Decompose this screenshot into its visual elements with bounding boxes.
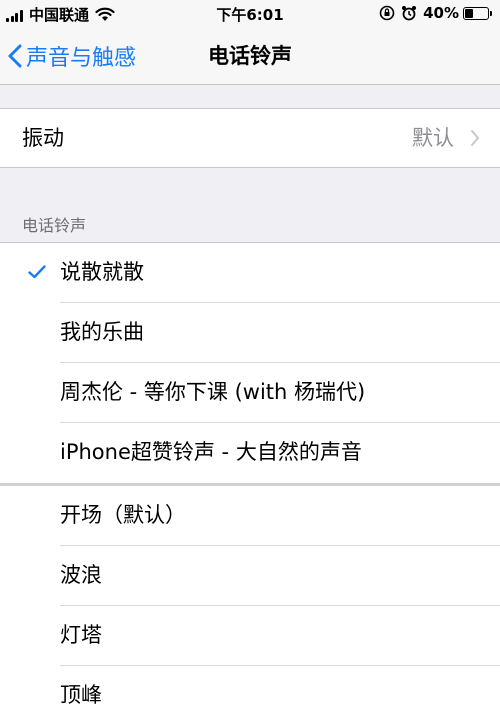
battery-percent: 40% [423, 4, 459, 22]
status-right: 40% [379, 4, 492, 22]
ringtone-item[interactable]: 灯塔 [0, 606, 500, 666]
ringtone-label: 周杰伦 - 等你下课 (with 杨瑞代) [60, 380, 366, 404]
ringtone-label: 开场（默认） [60, 503, 186, 527]
status-bar: 中国联通 下午6:01 40% [0, 0, 500, 28]
vibration-value: 默认 [412, 126, 454, 150]
ringtone-item[interactable]: 顶峰 [0, 666, 500, 726]
vibration-label: 振动 [22, 126, 64, 150]
alarm-icon [402, 6, 417, 21]
ringtone-item[interactable]: 波浪 [0, 546, 500, 606]
ringtone-item[interactable]: 说散就散 [0, 243, 500, 303]
checkmark-icon [28, 265, 46, 279]
section-header-ringtones: 电话铃声 [22, 216, 87, 235]
ringtone-label: 说散就散 [60, 260, 144, 284]
ringtone-item[interactable]: iPhone超赞铃声 - 大自然的声音 [0, 423, 500, 483]
ringtone-item[interactable]: 开场（默认） [0, 486, 500, 546]
ringtone-item[interactable]: 我的乐曲 [0, 303, 500, 363]
ringtone-label: 我的乐曲 [60, 320, 144, 344]
page-title: 电话铃声 [208, 44, 292, 68]
ringtone-item[interactable]: 周杰伦 - 等你下课 (with 杨瑞代) [0, 363, 500, 423]
ringtone-list: 说散就散 我的乐曲 周杰伦 - 等你下课 (with 杨瑞代) iPhone超赞… [0, 242, 500, 726]
battery-fill [465, 8, 473, 18]
ringtone-label: 灯塔 [60, 623, 102, 647]
ringtone-label: iPhone超赞铃声 - 大自然的声音 [60, 440, 362, 464]
chevron-right-icon [471, 130, 479, 146]
battery-icon [463, 6, 489, 20]
ringtone-label: 波浪 [60, 563, 102, 587]
vibration-row[interactable]: 振动 默认 [0, 108, 500, 168]
ringtone-label: 顶峰 [60, 683, 102, 707]
battery-tip [490, 10, 492, 16]
rotation-lock-icon [379, 5, 395, 21]
navigation-bar: 声音与触感 电话铃声 [0, 28, 500, 85]
